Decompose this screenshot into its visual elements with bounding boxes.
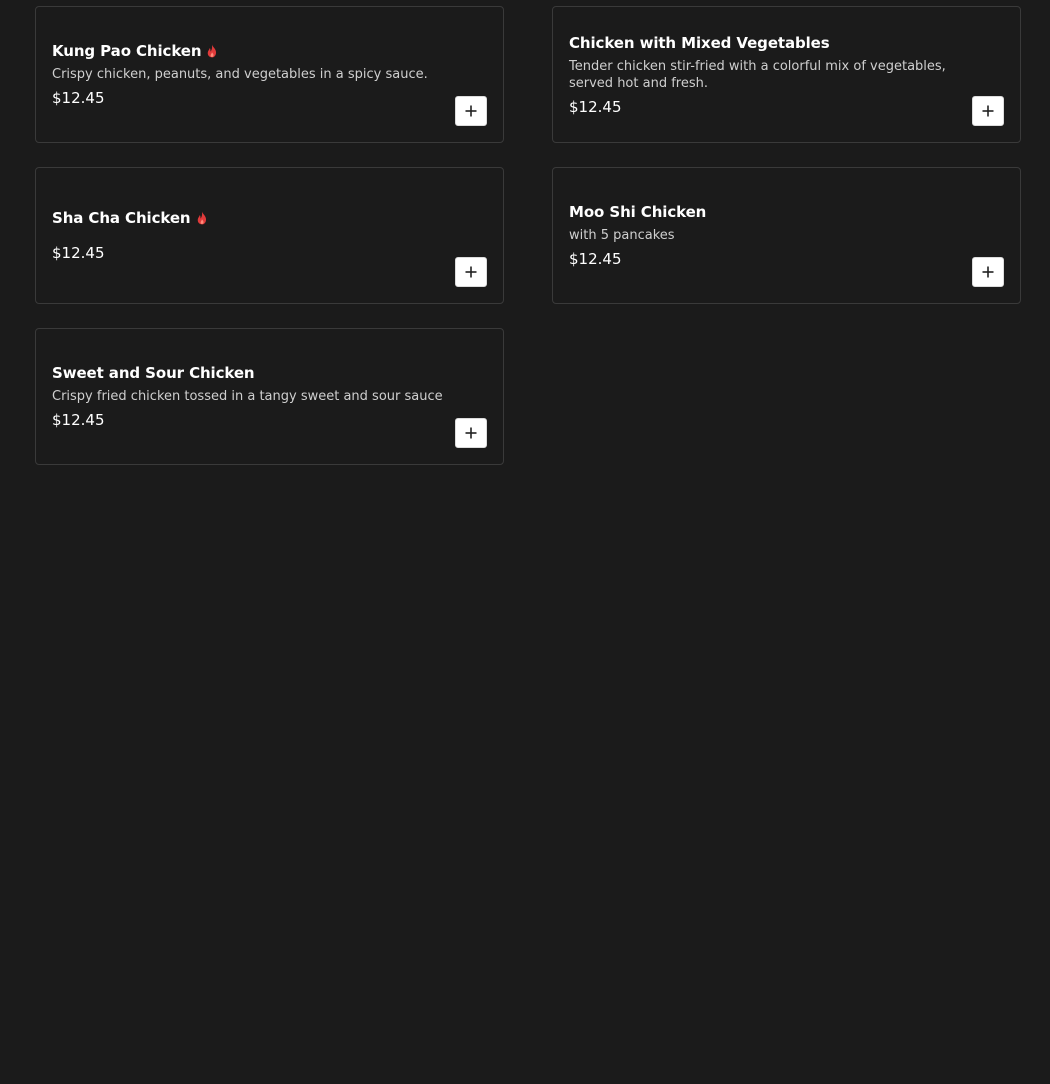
menu-item-body: Moo Shi Chicken with 5 pancakes $12.45 <box>569 168 960 303</box>
menu-item-name: Moo Shi Chicken <box>569 203 707 221</box>
menu-item-card[interactable]: Chicken with Mixed Vegetables Tender chi… <box>552 6 1021 143</box>
plus-icon <box>465 427 477 439</box>
menu-item-price: $12.45 <box>52 89 105 107</box>
menu-item-title-row: Sweet and Sour Chicken <box>52 363 443 383</box>
menu-item-body: Sweet and Sour Chicken Crispy fried chic… <box>52 329 443 464</box>
add-to-cart-button[interactable] <box>972 96 1004 126</box>
menu-grid: Kung Pao Chicken Crispy chicken, peanuts… <box>35 6 1021 465</box>
menu-item-name: Chicken with Mixed Vegetables <box>569 33 830 52</box>
spicy-icon <box>208 44 217 58</box>
menu-item-title-row: Moo Shi Chicken <box>569 202 960 222</box>
menu-item-body: Kung Pao Chicken Crispy chicken, peanuts… <box>52 7 443 142</box>
menu-item-price: $12.45 <box>569 97 622 116</box>
menu-item-name: Sweet and Sour Chicken <box>52 364 255 382</box>
menu-item-price: $12.45 <box>52 244 105 262</box>
menu-item-title-row: Chicken with Mixed Vegetables <box>569 33 960 53</box>
plus-icon <box>465 266 477 278</box>
menu-item-body: Sha Cha Chicken $12.45 <box>52 168 443 303</box>
menu-item-name: Kung Pao Chicken <box>52 42 202 60</box>
menu-item-description: with 5 pancakes <box>569 228 675 243</box>
menu-item-name: Sha Cha Chicken <box>52 209 191 227</box>
menu-item-card[interactable]: Kung Pao Chicken Crispy chicken, peanuts… <box>35 6 504 143</box>
menu-item-card[interactable]: Moo Shi Chicken with 5 pancakes $12.45 <box>552 167 1021 304</box>
add-to-cart-button[interactable] <box>455 257 487 287</box>
add-to-cart-button[interactable] <box>972 257 1004 287</box>
plus-icon <box>465 105 477 117</box>
menu-item-description: Crispy fried chicken tossed in a tangy s… <box>52 389 443 404</box>
menu-item-card[interactable]: Sweet and Sour Chicken Crispy fried chic… <box>35 328 504 465</box>
menu-item-price: $12.45 <box>569 250 622 268</box>
menu-item-body: Chicken with Mixed Vegetables Tender chi… <box>569 7 960 142</box>
spicy-icon <box>197 211 206 225</box>
menu-item-description: Tender chicken stir-fried with a colorfu… <box>569 58 946 91</box>
menu-item-spacer <box>52 228 443 238</box>
menu-item-description: Crispy chicken, peanuts, and vegetables … <box>52 67 428 82</box>
menu-item-title-row: Kung Pao Chicken <box>52 41 443 61</box>
add-to-cart-button[interactable] <box>455 418 487 448</box>
plus-icon <box>982 105 994 117</box>
add-to-cart-button[interactable] <box>455 96 487 126</box>
menu-item-card[interactable]: Sha Cha Chicken $12.45 <box>35 167 504 304</box>
menu-item-title-row: Sha Cha Chicken <box>52 208 443 228</box>
menu-item-price: $12.45 <box>52 411 105 429</box>
plus-icon <box>982 266 994 278</box>
